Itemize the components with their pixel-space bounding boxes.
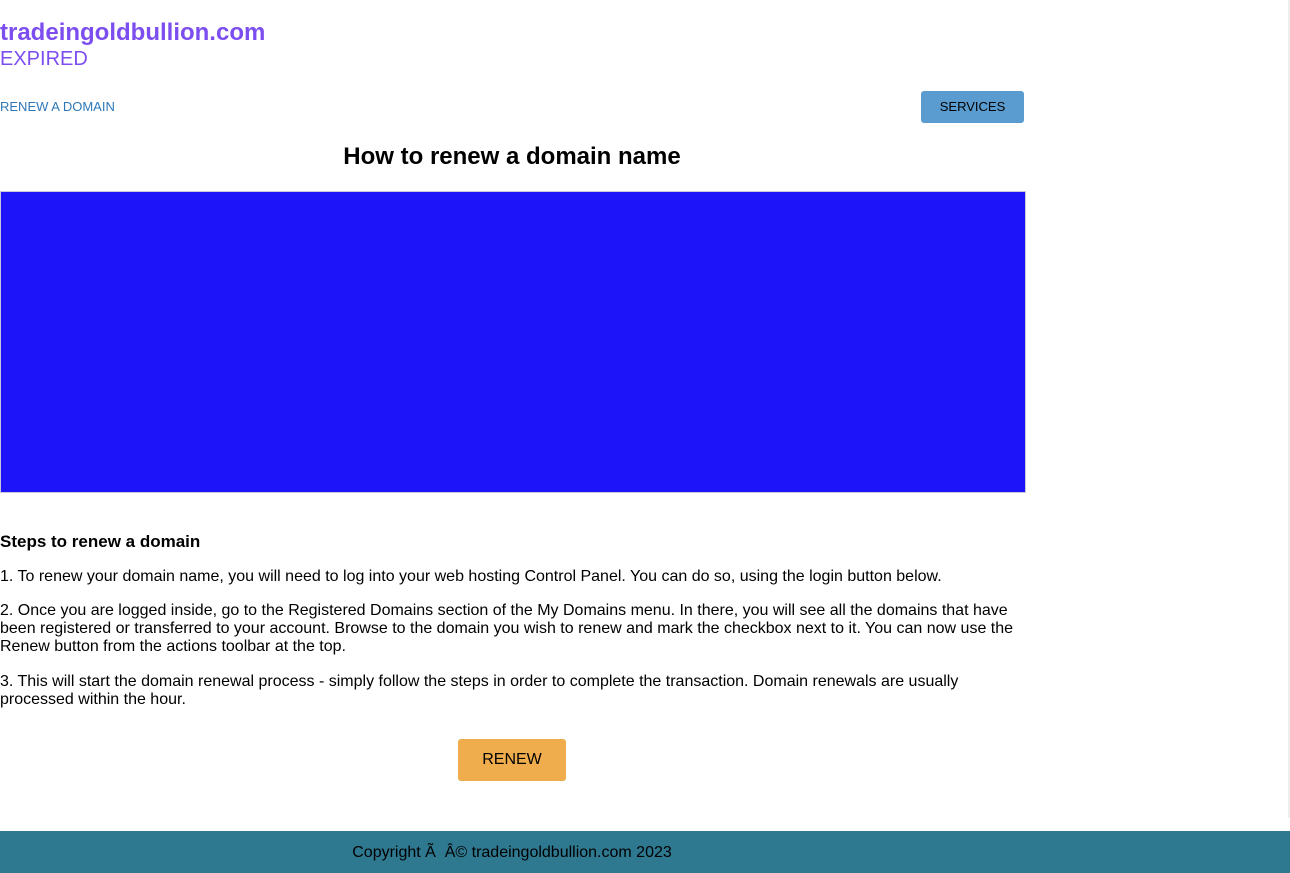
- page: tradeingoldbullion.com EXPIRED RENEW A D…: [0, 0, 1290, 873]
- services-button[interactable]: SERVICES: [921, 91, 1024, 123]
- renew-domain-link[interactable]: RENEW A DOMAIN: [0, 99, 115, 115]
- step-2-text: 2. Once you are logged inside, go to the…: [0, 602, 1014, 655]
- renew-button[interactable]: RENEW: [458, 739, 566, 781]
- domain-status: EXPIRED: [0, 48, 88, 70]
- page-title: How to renew a domain name: [343, 143, 681, 170]
- steps-heading: Steps to renew a domain: [0, 532, 201, 551]
- domain-title: tradeingoldbullion.com: [0, 19, 266, 46]
- hero-banner: [0, 191, 1026, 493]
- copyright-text: Copyright Ã Â© tradeingoldbullion.com 20…: [352, 844, 672, 861]
- footer: Copyright Ã Â© tradeingoldbullion.com 20…: [0, 831, 1290, 873]
- step-3-text: 3. This will start the domain renewal pr…: [0, 673, 959, 708]
- step-1-text: 1. To renew your domain name, you will n…: [0, 568, 942, 585]
